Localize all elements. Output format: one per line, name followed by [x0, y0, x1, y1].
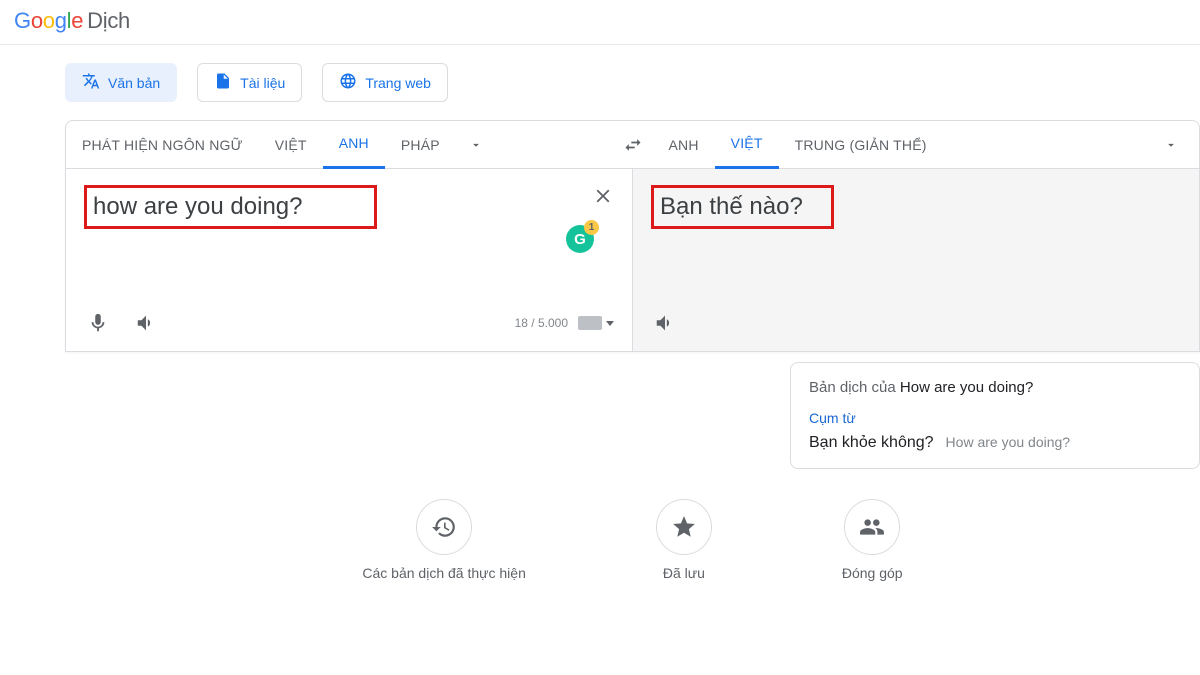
mode-text-button[interactable]: Văn bản [65, 63, 177, 102]
keyboard-icon [578, 316, 602, 330]
src-tab-phap[interactable]: PHÁP [385, 121, 456, 169]
people-icon [844, 499, 900, 555]
src-tab-viet[interactable]: VIỆT [259, 121, 323, 169]
tgt-tab-trung[interactable]: TRUNG (GIẢN THỂ) [779, 121, 943, 169]
chevron-down-icon [606, 321, 614, 326]
document-icon [214, 72, 232, 93]
main-content: Văn bản Tài liệu Trang web PHÁT HIỆN NGÔ… [0, 45, 1200, 581]
target-footer [651, 309, 1181, 337]
mode-bar: Văn bản Tài liệu Trang web [65, 63, 1200, 102]
mode-doc-button[interactable]: Tài liệu [197, 63, 302, 102]
app-header: Google Dịch [0, 0, 1200, 45]
target-lang-tabs: ANH VIỆT TRUNG (GIẢN THỂ) [653, 121, 1200, 168]
contribute-label: Đóng góp [842, 565, 903, 581]
history-icon [416, 499, 472, 555]
tgt-tab-anh[interactable]: ANH [653, 121, 715, 169]
language-bar: PHÁT HIỆN NGÔN NGỮ VIỆT ANH PHÁP ANH VIỆ… [66, 121, 1199, 169]
char-count: 18 / 5.000 [515, 316, 568, 330]
mode-doc-label: Tài liệu [240, 75, 285, 91]
saved-button[interactable]: Đã lưu [656, 499, 712, 581]
mode-text-label: Văn bản [108, 75, 160, 91]
contribute-button[interactable]: Đóng góp [842, 499, 903, 581]
mode-web-button[interactable]: Trang web [322, 63, 448, 102]
history-button[interactable]: Các bản dịch đã thực hiện [362, 499, 525, 581]
clear-button[interactable] [592, 185, 614, 212]
source-lang-tabs: PHÁT HIỆN NGÔN NGỮ VIỆT ANH PHÁP [66, 121, 613, 168]
mic-icon[interactable] [84, 309, 112, 337]
source-text[interactable]: how are you doing? [84, 185, 377, 229]
swap-button[interactable] [613, 121, 653, 168]
alt-entry[interactable]: Bạn khỏe không? How are you doing? [809, 434, 1181, 452]
alt-tag: Cụm từ [809, 410, 1181, 426]
src-tab-anh[interactable]: ANH [323, 121, 385, 169]
alternatives-card: Bản dịch của How are you doing? Cụm từ B… [790, 362, 1200, 469]
alt-side: How are you doing? [946, 434, 1071, 450]
src-more-icon[interactable] [456, 138, 496, 152]
speaker-icon[interactable] [651, 309, 679, 337]
translate-body: how are you doing? 1 [66, 169, 1199, 351]
grammarly-icon[interactable]: 1 [566, 225, 596, 255]
bottom-actions: Các bản dịch đã thực hiện Đã lưu Đóng gó… [65, 499, 1200, 581]
source-footer: 18 / 5.000 [84, 309, 614, 337]
target-text: Bạn thế nào? [651, 185, 834, 229]
target-pane: Bạn thế nào? [633, 169, 1199, 351]
saved-label: Đã lưu [663, 565, 705, 581]
mode-web-label: Trang web [365, 75, 431, 91]
star-icon [656, 499, 712, 555]
speaker-icon[interactable] [132, 309, 160, 337]
globe-icon [339, 72, 357, 93]
src-tab-detect[interactable]: PHÁT HIỆN NGÔN NGỮ [66, 121, 259, 169]
translate-panel: PHÁT HIỆN NGÔN NGỮ VIỆT ANH PHÁP ANH VIỆ… [65, 120, 1200, 352]
alt-main: Bạn khỏe không? [809, 434, 934, 452]
translate-icon [82, 72, 100, 93]
history-label: Các bản dịch đã thực hiện [362, 565, 525, 581]
tgt-more-icon[interactable] [1151, 138, 1191, 152]
product-name: Dịch [87, 8, 130, 34]
source-pane[interactable]: how are you doing? 1 [66, 169, 633, 351]
google-logo: Google Dịch [14, 8, 130, 34]
tgt-tab-viet[interactable]: VIỆT [715, 121, 779, 169]
keyboard-dropdown[interactable] [578, 316, 614, 330]
alt-heading: Bản dịch của How are you doing? [809, 379, 1181, 396]
